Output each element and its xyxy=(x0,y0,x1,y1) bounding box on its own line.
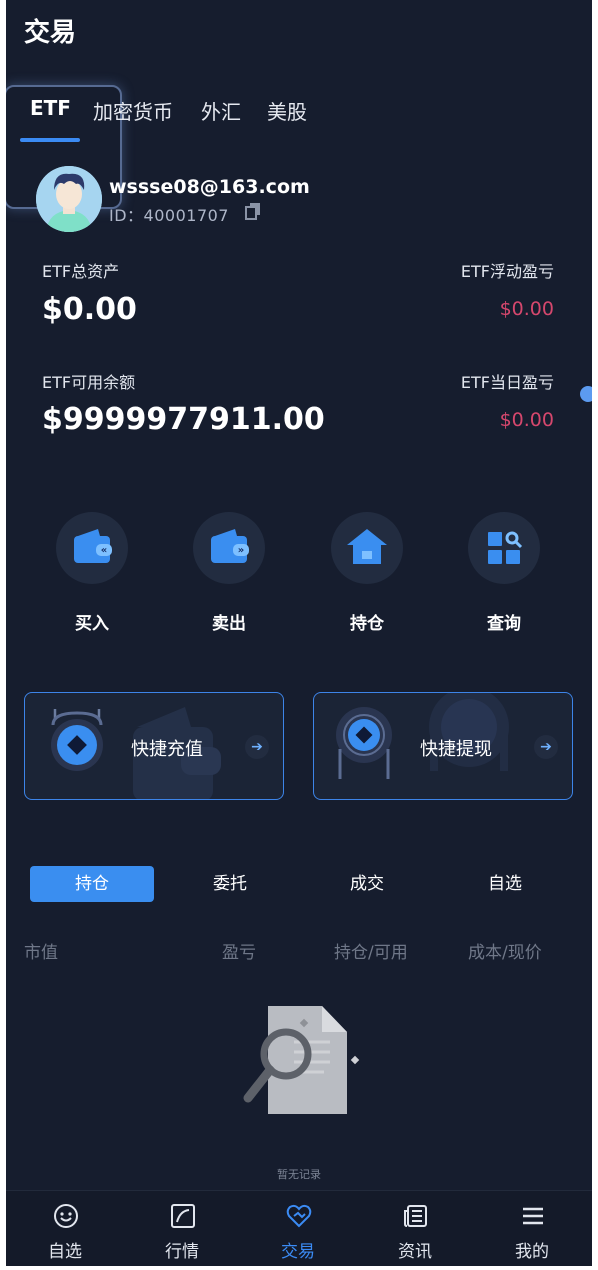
copy-icon[interactable] xyxy=(244,202,262,224)
nav-label: 资讯 xyxy=(398,1242,432,1262)
tab-crypto[interactable]: 加密货币 xyxy=(93,96,173,125)
smiley-icon xyxy=(54,1204,78,1228)
floating-assist-icon[interactable] xyxy=(580,386,592,402)
daily-pnl-value: $0.00 xyxy=(499,409,554,431)
holdings-button[interactable] xyxy=(331,512,403,584)
buy-label: 买入 xyxy=(75,614,109,634)
available-label: ETF可用余额 xyxy=(42,373,136,392)
column-position-available: 持仓/可用 xyxy=(334,943,408,963)
arrow-right-icon: ➔ xyxy=(245,735,269,759)
quick-withdraw-label: 快捷提现 xyxy=(420,739,492,760)
user-email: wssse08@163.com xyxy=(109,176,310,198)
tab-etf[interactable]: ETF xyxy=(30,96,71,120)
column-pnl: 盈亏 xyxy=(222,943,256,963)
menu-icon xyxy=(523,1207,543,1225)
tab-holdings[interactable]: 持仓 xyxy=(30,866,154,902)
empty-document-search-icon xyxy=(243,1006,360,1114)
user-id: ID：40001707 xyxy=(109,206,229,225)
nav-label: 我的 xyxy=(515,1242,549,1262)
column-cost-price: 成本/现价 xyxy=(468,943,542,963)
newspaper-icon xyxy=(404,1205,427,1227)
trade-screen: 交易 ETF 加密货币 外汇 美股 wssse08@163.com ID：400… xyxy=(6,0,592,1266)
empty-state-text: 暂无记录 xyxy=(277,1168,321,1181)
total-assets-label: ETF总资产 xyxy=(42,262,120,281)
nav-item-news[interactable]: 资讯 xyxy=(365,1191,465,1266)
nav-item-watchlist[interactable]: 自选 xyxy=(15,1191,115,1266)
nav-item-market[interactable]: 行情 xyxy=(132,1191,232,1266)
buy-button[interactable]: « xyxy=(56,512,128,584)
bottom-nav: 自选 行情 交易 资讯 我的 xyxy=(6,1190,592,1266)
grid-search-icon xyxy=(488,531,523,564)
coin-withdraw-icon xyxy=(336,707,392,779)
query-label: 查询 xyxy=(487,614,521,634)
nav-label: 行情 xyxy=(165,1242,199,1262)
tab-trades[interactable]: 成交 xyxy=(305,866,429,902)
arrow-right-icon: ➔ xyxy=(534,735,558,759)
tab-us-stocks[interactable]: 美股 xyxy=(267,96,307,125)
quick-deposit-label: 快捷充值 xyxy=(131,739,203,760)
tab-underline xyxy=(20,138,80,142)
page-title: 交易 xyxy=(24,18,77,48)
nav-label: 自选 xyxy=(48,1242,82,1262)
sell-label: 卖出 xyxy=(212,614,246,634)
sell-button[interactable]: » xyxy=(193,512,265,584)
floating-pnl-value: $0.00 xyxy=(499,298,554,320)
quick-withdraw-card[interactable]: 快捷提现 ➔ xyxy=(313,692,573,800)
svg-text:»: » xyxy=(238,545,244,556)
query-button[interactable] xyxy=(468,512,540,584)
tab-watchlist[interactable]: 自选 xyxy=(443,866,567,902)
wallet-in-icon: « xyxy=(74,529,112,563)
daily-pnl-label: ETF当日盈亏 xyxy=(460,373,554,392)
quick-deposit-card[interactable]: 快捷充值 ➔ xyxy=(24,692,284,800)
holdings-label: 持仓 xyxy=(350,614,384,634)
coin-deposit-icon xyxy=(51,709,103,771)
tab-orders[interactable]: 委托 xyxy=(168,866,292,902)
nav-item-trade[interactable]: 交易 xyxy=(248,1191,348,1266)
avatar[interactable] xyxy=(36,166,102,232)
heart-handshake-icon xyxy=(286,1204,312,1228)
available-value: $9999977911.00 xyxy=(42,402,325,437)
nav-item-me[interactable]: 我的 xyxy=(482,1191,582,1266)
svg-text:«: « xyxy=(101,545,107,556)
wallet-out-icon: » xyxy=(211,529,249,563)
total-assets-value: $0.00 xyxy=(42,292,137,327)
floating-pnl-label: ETF浮动盈亏 xyxy=(460,262,554,281)
nav-label: 交易 xyxy=(281,1242,315,1262)
column-market-value: 市值 xyxy=(24,943,58,963)
house-icon xyxy=(347,529,387,564)
chart-line-icon xyxy=(171,1204,195,1228)
tab-forex[interactable]: 外汇 xyxy=(201,96,241,125)
